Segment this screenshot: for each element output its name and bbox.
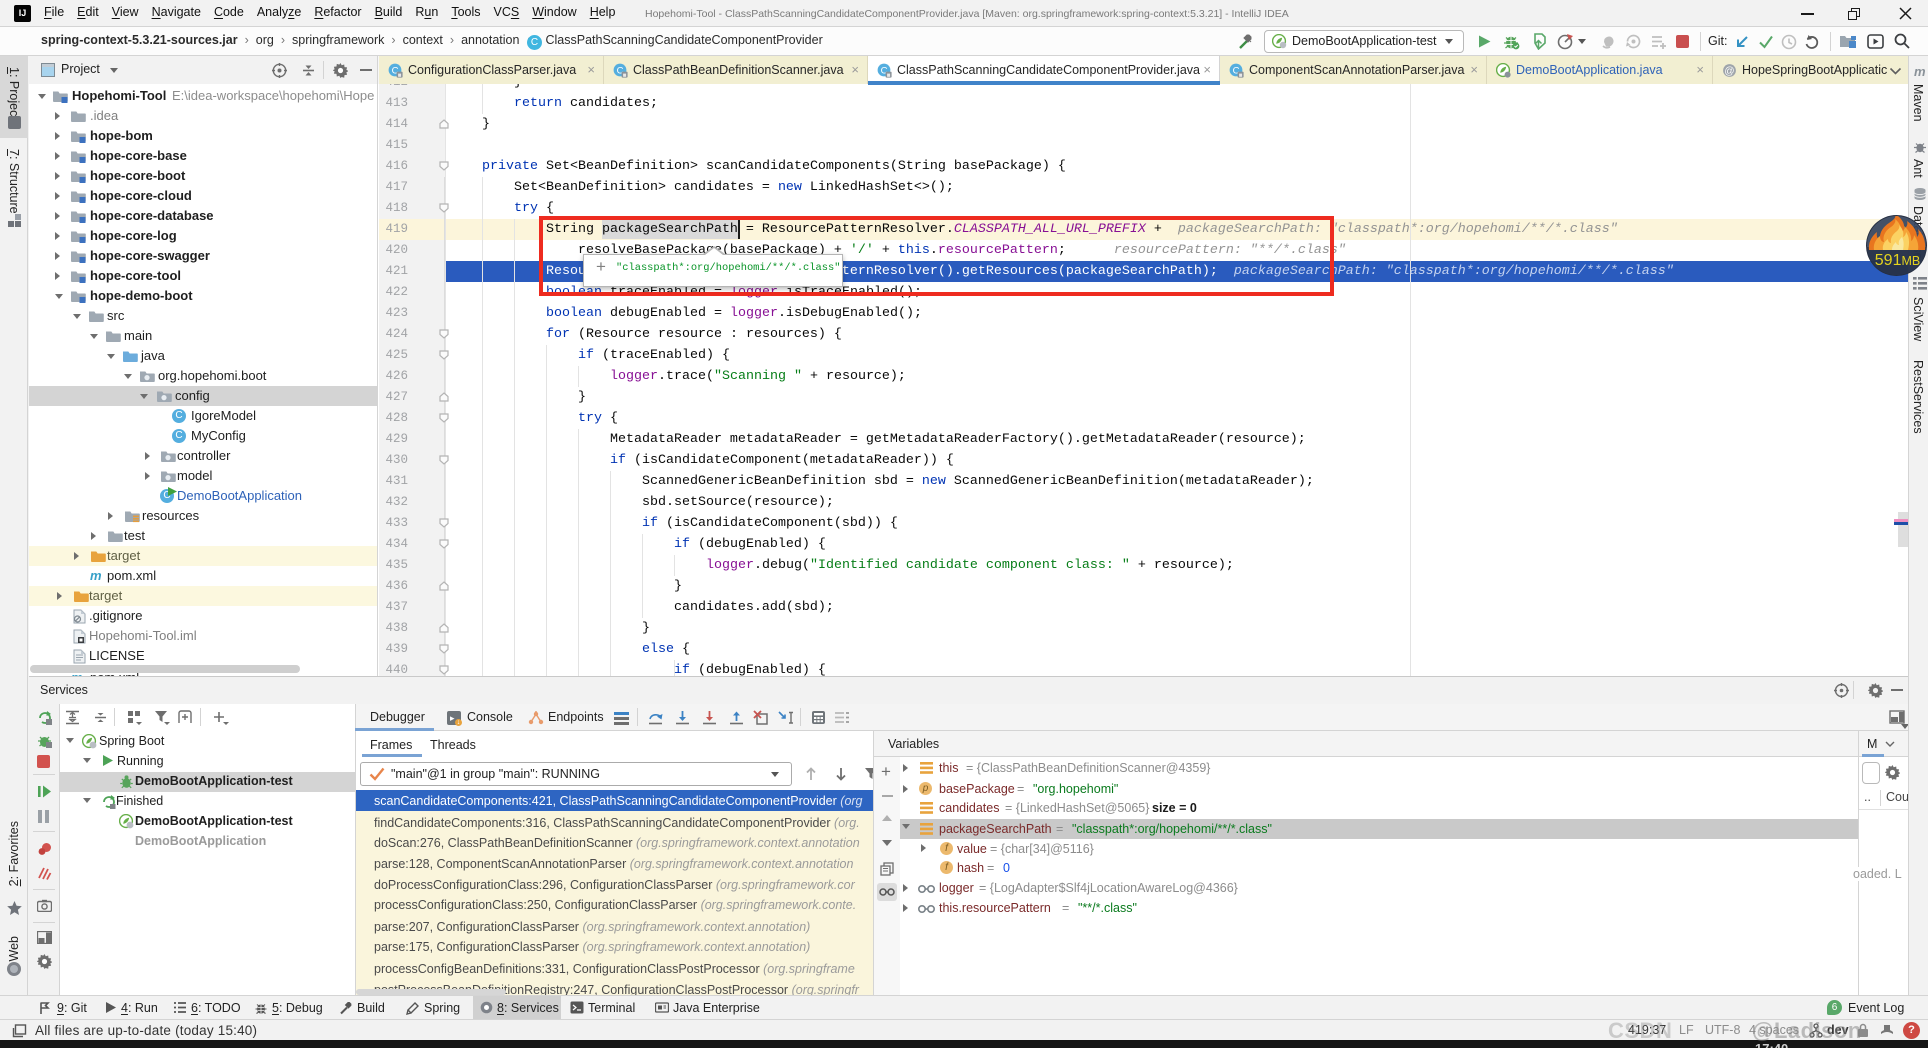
svg-text:@: @ <box>1724 66 1734 77</box>
